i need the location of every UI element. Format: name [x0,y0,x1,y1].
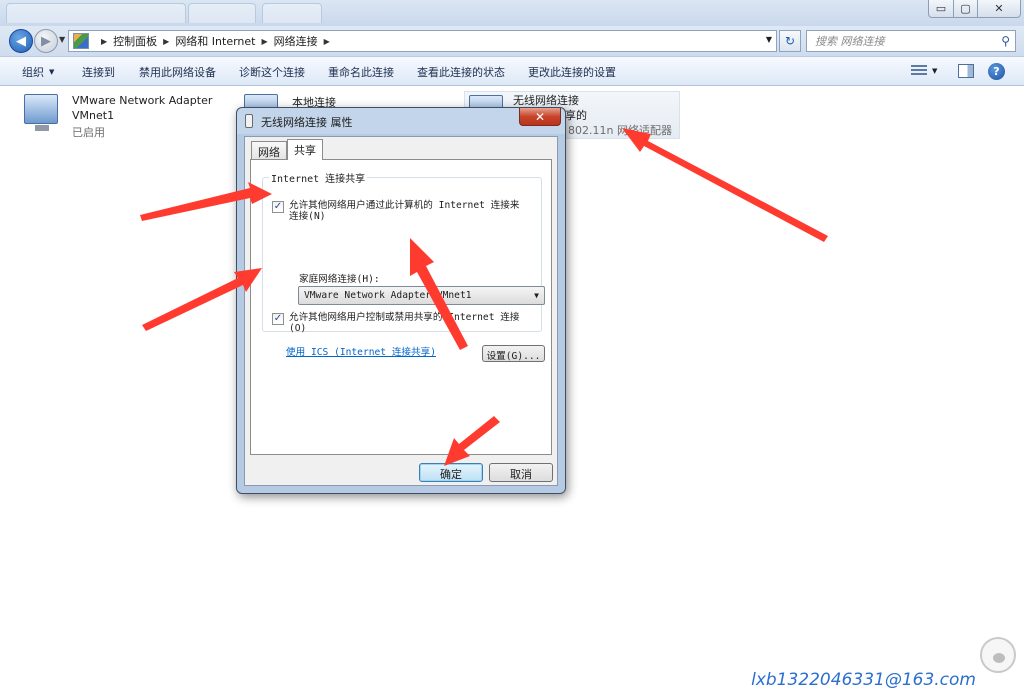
background-tab[interactable] [188,3,256,23]
dialog-title: 无线网络连接 属性 [261,116,353,129]
address-history-dropdown-icon[interactable]: ▼ [766,35,772,44]
cancel-button[interactable]: 取消 [489,463,553,482]
adapter-sub: 享的 [565,109,587,122]
ok-button[interactable]: 确定 [419,463,483,482]
connect-to-button[interactable]: 连接到 [82,64,115,80]
organize-label: 组织 [22,66,44,79]
chevron-down-icon: ▼ [49,68,55,76]
allow-connect-checkbox[interactable]: ✓ [272,201,284,213]
close-window-button[interactable]: ✕ [977,0,1021,18]
chevron-down-icon[interactable]: ▼ [932,67,937,75]
dialog-body: 网络 共享 Internet 连接共享 ✓ 允许其他网络用户通过此计算机的 In… [244,136,558,486]
paw-logo-icon [980,637,1016,673]
diagnose-connection-button[interactable]: 诊断这个连接 [239,64,305,80]
command-bar: 组织 ▼ 连接到 禁用此网络设备 诊断这个连接 重命名此连接 查看此连接的状态 更… [0,56,1024,86]
dialog-close-button[interactable]: ✕ [519,108,561,126]
back-button[interactable]: ◀ [9,29,33,53]
properties-dialog: 无线网络连接 属性 ✕ 网络 共享 Internet 连接共享 ✓ 允许其他网络… [236,107,566,494]
control-panel-icon [73,33,89,49]
allow-connect-label[interactable]: 允许其他网络用户通过此计算机的 Internet 连接来连接(N) [289,200,529,222]
refresh-icon: ↻ [784,34,796,48]
breadcrumb-separator-icon[interactable]: ▶ [163,37,169,46]
ics-help-link[interactable]: 使用 ICS (Internet 连接共享) [286,344,436,358]
home-network-value: VMware Network Adapter VMnet1 [304,290,472,301]
breadcrumb-separator-icon[interactable]: ▶ [324,37,330,46]
rename-connection-button[interactable]: 重命名此连接 [328,64,394,80]
home-network-select[interactable]: VMware Network Adapter VMnet1 ▼ [298,286,545,305]
search-box[interactable]: ⚲ [806,30,1016,52]
organize-menu[interactable]: 组织 ▼ [22,64,54,80]
background-tab[interactable] [262,3,322,23]
maximize-button[interactable]: ▢ [953,0,978,18]
group-label: Internet 连接共享 [269,170,368,185]
breadcrumb-network-internet[interactable]: 网络和 Internet [175,33,255,49]
view-status-button[interactable]: 查看此连接的状态 [417,64,505,80]
disable-device-button[interactable]: 禁用此网络设备 [139,64,216,80]
forward-button[interactable]: ▶ [34,29,58,53]
breadcrumb-separator-icon[interactable]: ▶ [101,37,107,46]
allow-control-label[interactable]: 允许其他网络用户控制或禁用共享的 Internet 连接(O) [289,312,529,334]
tab-network[interactable]: 网络 [251,141,287,160]
address-bar[interactable]: ▶ 控制面板 ▶ 网络和 Internet ▶ 网络连接 ▶ ▼ [68,30,777,52]
checkmark-icon: ✓ [273,313,283,324]
breadcrumb-separator-icon[interactable]: ▶ [262,37,268,46]
view-options-icon[interactable] [911,65,927,77]
checkmark-icon: ✓ [273,201,283,212]
adapter-status: 已启用 [72,126,105,139]
title-bar: ▭ ▢ ✕ [0,0,1024,26]
adapter-name: VMware Network Adapter [72,94,213,107]
adapter-name: 无线网络连接 [513,94,579,107]
arrow-left-icon: ◀ [16,33,26,49]
allow-control-option[interactable]: ✓ 允许其他网络用户控制或禁用共享的 Internet 连接(O) [272,312,532,338]
breadcrumb-control-panel[interactable]: 控制面板 [113,33,157,49]
adapter-sub: VMnet1 [72,109,115,122]
watermark: lxb1322046331@163.com [751,670,976,690]
adapter-vmware[interactable]: VMware Network Adapter VMnet1 已启用 [24,94,224,142]
sharing-tab-page: Internet 连接共享 ✓ 允许其他网络用户通过此计算机的 Internet… [250,159,552,455]
tab-sharing[interactable]: 共享 [287,139,323,160]
help-icon[interactable]: ? [988,63,1005,80]
recent-pages-dropdown-icon[interactable]: ▼ [59,35,65,44]
search-input[interactable] [813,33,993,49]
adapter-status: 802.11n 网络适配器 [568,124,672,137]
settings-button[interactable]: 设置(G)... [482,345,545,362]
chevron-down-icon: ▼ [534,291,539,300]
breadcrumb-network-connections[interactable]: 网络连接 [274,33,318,49]
address-row: ◀ ▶ ▼ ▶ 控制面板 ▶ 网络和 Internet ▶ 网络连接 ▶ ▼ ↻… [0,26,1024,56]
change-settings-button[interactable]: 更改此连接的设置 [528,64,616,80]
network-icon [245,114,253,128]
arrow-right-icon: ▶ [41,33,51,49]
home-network-label: 家庭网络连接(H): [299,274,380,285]
minimize-button[interactable]: ▭ [928,0,954,18]
network-adapter-icon [24,94,58,131]
preview-pane-icon[interactable] [958,64,974,78]
search-icon[interactable]: ⚲ [1001,34,1010,48]
refresh-button[interactable]: ↻ [779,30,801,52]
allow-connect-option[interactable]: ✓ 允许其他网络用户通过此计算机的 Internet 连接来连接(N) [272,200,532,226]
background-tab[interactable] [6,3,186,23]
allow-control-checkbox[interactable]: ✓ [272,313,284,325]
